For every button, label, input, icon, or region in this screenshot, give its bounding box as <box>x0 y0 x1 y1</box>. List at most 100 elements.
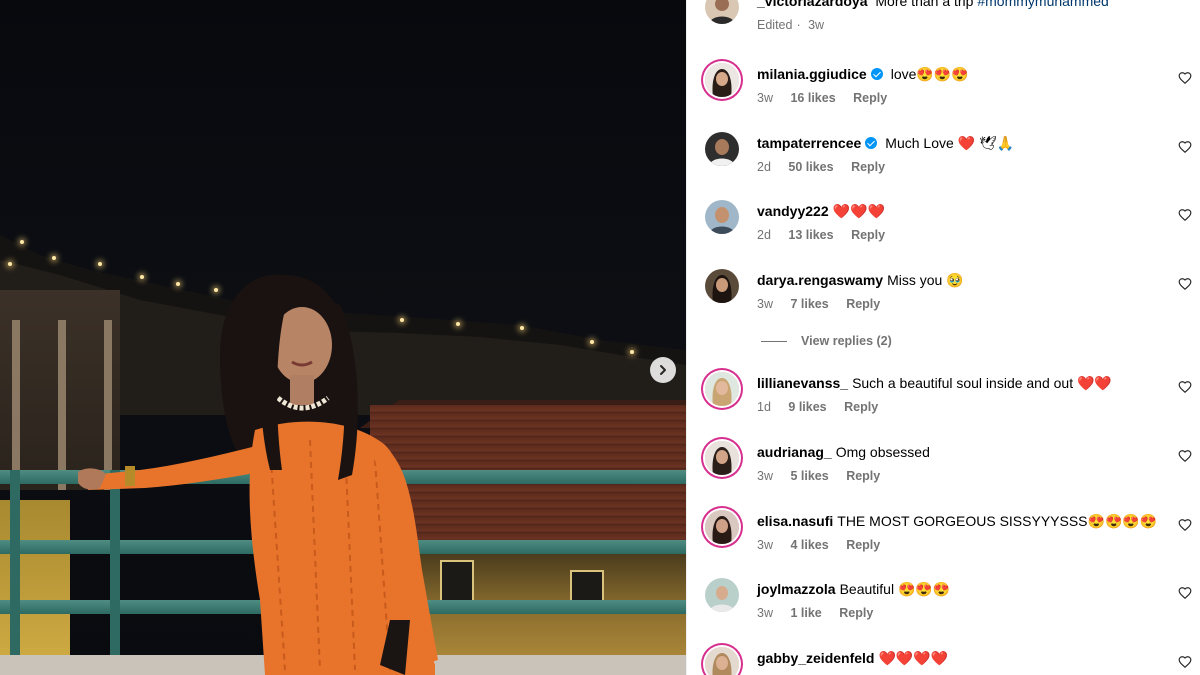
comment-text: elisa.nasufi THE MOST GORGEOUS SISSYYYSSS… <box>757 512 1157 530</box>
verified-badge-icon <box>870 68 883 80</box>
comment-likes[interactable]: 16 likes <box>790 91 835 105</box>
avatar[interactable] <box>705 510 739 544</box>
comment-meta: 2d 50 likes Reply <box>757 160 899 174</box>
avatar[interactable] <box>705 132 739 166</box>
next-photo-button[interactable] <box>650 357 676 383</box>
comment-meta: 2d 13 likes Reply <box>757 228 899 242</box>
comment-row: elisa.nasufi THE MOST GORGEOUS SISSYYYSSS… <box>705 510 1200 570</box>
comment-row: tampaterrencee Much Love ❤️ 🕊🙏 2d 50 like… <box>705 132 1200 192</box>
edited-label: Edited <box>757 18 793 32</box>
comment-meta: 1d 9 likes Reply <box>757 400 892 414</box>
comment-row: lillianevanss_ Such a beautiful soul insi… <box>705 372 1200 432</box>
comment-username[interactable]: elisa.nasufi <box>757 513 833 529</box>
comment-row: joylmazzola Beautiful 😍😍😍 3w 1 like Reply <box>705 578 1200 638</box>
comment-time[interactable]: 1d <box>757 400 771 414</box>
heart-outline-icon[interactable] <box>1178 449 1192 463</box>
comments-panel[interactable]: _victoriazardoya More than a trip #mommy… <box>686 0 1200 675</box>
comment-likes[interactable]: 50 likes <box>788 160 833 174</box>
comment-time[interactable]: 2d <box>757 160 771 174</box>
reply-button[interactable]: Reply <box>851 160 885 174</box>
reply-button[interactable]: Reply <box>846 297 880 311</box>
comment-text: audrianag_ Omg obsessed <box>757 443 930 461</box>
comment-body: ❤️❤️❤️❤️ <box>878 650 949 666</box>
caption-time[interactable]: 3w <box>808 18 824 32</box>
reply-button[interactable]: Reply <box>851 228 885 242</box>
divider-line <box>761 341 787 343</box>
chevron-right-icon <box>660 365 666 375</box>
comment-time[interactable]: 3w <box>757 297 773 311</box>
avatar[interactable] <box>705 578 739 612</box>
caption-username[interactable]: _victoriazardoya <box>757 0 868 9</box>
comment-username[interactable]: darya.rengaswamy <box>757 272 883 288</box>
avatar[interactable] <box>705 63 739 97</box>
reply-button[interactable]: Reply <box>853 91 887 105</box>
comment-text: milania.ggiudice love😍😍😍 <box>757 65 969 83</box>
comment-body: Beautiful 😍😍😍 <box>839 581 951 597</box>
woman-in-orange-dress <box>78 274 438 675</box>
comment-row: vandyy222 ❤️❤️❤️ 2d 13 likes Reply <box>705 200 1200 260</box>
comment-likes[interactable]: 5 likes <box>790 469 828 483</box>
comment-username[interactable]: audrianag_ <box>757 444 832 460</box>
comment-body: Such a beautiful soul inside and out ❤️❤… <box>852 375 1112 391</box>
heart-outline-icon[interactable] <box>1178 71 1192 85</box>
heart-outline-icon[interactable] <box>1178 380 1192 394</box>
heart-outline-icon[interactable] <box>1178 518 1192 532</box>
city-light <box>520 326 524 330</box>
city-light <box>52 256 56 260</box>
heart-outline-icon[interactable] <box>1178 586 1192 600</box>
comment-time[interactable]: 3w <box>757 469 773 483</box>
caption-text: _victoriazardoya More than a trip #mommy… <box>757 0 1109 10</box>
reply-button[interactable]: Reply <box>846 469 880 483</box>
comment-time[interactable]: 3w <box>757 91 773 105</box>
heart-outline-icon[interactable] <box>1178 140 1192 154</box>
view-replies-label: View replies (2) <box>801 334 892 348</box>
comment-likes[interactable]: 4 likes <box>790 538 828 552</box>
comment-username[interactable]: gabby_zeidenfeld <box>757 650 874 666</box>
comment-username[interactable]: lillianevanss_ <box>757 375 848 391</box>
comment-likes[interactable]: 13 likes <box>788 228 833 242</box>
comment-row: gabby_zeidenfeld ❤️❤️❤️❤️ <box>705 647 1200 675</box>
view-replies-button[interactable]: View replies (2) <box>761 334 892 348</box>
comment-likes[interactable]: 9 likes <box>788 400 826 414</box>
comment-username[interactable]: vandyy222 <box>757 203 829 219</box>
comment-time[interactable]: 3w <box>757 538 773 552</box>
comment-body: Omg obsessed <box>835 444 930 460</box>
comment-text: vandyy222 ❤️❤️❤️ <box>757 202 885 220</box>
comment-text: gabby_zeidenfeld ❤️❤️❤️❤️ <box>757 649 948 667</box>
comment-username[interactable]: joylmazzola <box>757 581 836 597</box>
comment-row: darya.rengaswamy Miss you 🥹 3w 7 likes Re… <box>705 269 1200 329</box>
comment-time[interactable]: 3w <box>757 606 773 620</box>
avatar[interactable] <box>705 372 739 406</box>
city-light <box>630 350 634 354</box>
comment-text: tampaterrencee Much Love ❤️ 🕊🙏 <box>757 134 1014 152</box>
comment-username[interactable]: tampaterrencee <box>757 135 861 151</box>
reply-button[interactable]: Reply <box>844 400 878 414</box>
caption-hashtag[interactable]: #mommymuhammed <box>977 0 1108 9</box>
comment-body: love😍😍😍 <box>890 66 969 82</box>
reply-button[interactable]: Reply <box>839 606 873 620</box>
comment-body: ❤️❤️❤️ <box>832 203 885 219</box>
avatar[interactable] <box>705 200 739 234</box>
comment-body: Miss you 🥹 <box>887 272 964 288</box>
heart-outline-icon[interactable] <box>1178 277 1192 291</box>
heart-outline-icon[interactable] <box>1178 655 1192 669</box>
comment-time[interactable]: 2d <box>757 228 771 242</box>
railing-post <box>10 470 20 660</box>
city-light <box>20 240 24 244</box>
comment-likes[interactable]: 1 like <box>790 606 821 620</box>
avatar[interactable] <box>705 269 739 303</box>
comment-body: THE MOST GORGEOUS SISSYYYSSS😍😍😍😍 <box>837 513 1158 529</box>
comment-text: darya.rengaswamy Miss you 🥹 <box>757 271 964 289</box>
post-photo <box>0 0 686 675</box>
comment-likes[interactable]: 7 likes <box>790 297 828 311</box>
heart-outline-icon[interactable] <box>1178 208 1192 222</box>
avatar[interactable] <box>705 441 739 475</box>
comment-meta: 3w 1 like Reply <box>757 606 887 620</box>
comment-meta: 3w 7 likes Reply <box>757 297 894 311</box>
comment-username[interactable]: milania.ggiudice <box>757 66 867 82</box>
avatar[interactable] <box>705 0 739 24</box>
caption-body: More than a trip <box>875 0 974 9</box>
comment-meta: 3w 5 likes Reply <box>757 469 894 483</box>
reply-button[interactable]: Reply <box>846 538 880 552</box>
avatar[interactable] <box>705 647 739 675</box>
